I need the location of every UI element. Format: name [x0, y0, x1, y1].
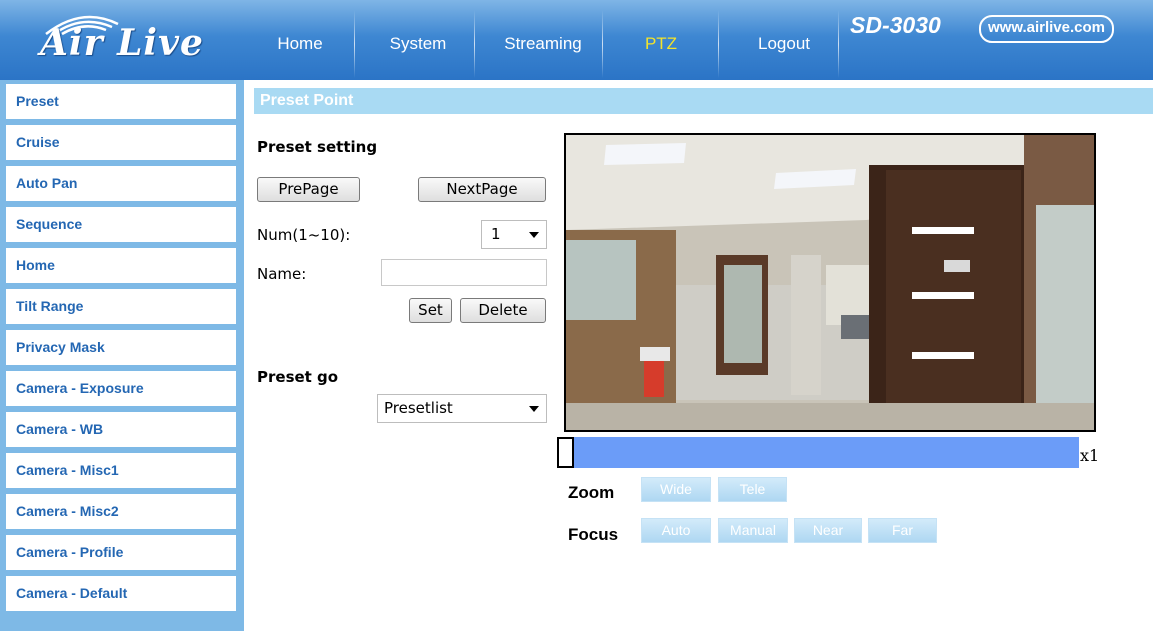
nav-divider — [474, 10, 475, 78]
model-name: SD-3030 — [850, 12, 941, 38]
sidebar-item-privacy-mask[interactable]: Privacy Mask — [6, 330, 236, 365]
zoom-tele-button[interactable]: Tele — [718, 477, 787, 502]
nav-divider — [602, 10, 603, 78]
sidebar-item-auto-pan[interactable]: Auto Pan — [6, 166, 236, 201]
sidebar-item-tilt-range[interactable]: Tilt Range — [6, 289, 236, 324]
sidebar-item-sequence[interactable]: Sequence — [6, 207, 236, 242]
nav-system[interactable]: System — [368, 26, 468, 62]
section-bar — [254, 88, 1153, 114]
zoom-wide-button[interactable]: Wide — [641, 477, 711, 502]
nav-streaming[interactable]: Streaming — [484, 26, 602, 62]
sidebar-item-camera-misc1[interactable]: Camera - Misc1 — [6, 453, 236, 488]
name-label: Name: — [257, 265, 307, 283]
nav-ptz[interactable]: PTZ — [616, 26, 706, 62]
focus-auto-button[interactable]: Auto — [641, 518, 711, 543]
zoom-slider-handle[interactable] — [557, 437, 574, 468]
camera-feed-image — [566, 135, 1094, 430]
name-input[interactable] — [381, 259, 547, 286]
nav-divider — [718, 10, 719, 78]
set-button[interactable]: Set — [409, 298, 452, 323]
focus-far-button[interactable]: Far — [868, 518, 937, 543]
sidebar-item-camera-profile[interactable]: Camera - Profile — [6, 535, 236, 570]
sidebar-item-camera-misc2[interactable]: Camera - Misc2 — [6, 494, 236, 529]
preset-list-select[interactable]: Presetlist — [377, 394, 547, 423]
sidebar-item-camera-default[interactable]: Camera - Default — [6, 576, 236, 611]
preset-list-value: Presetlist — [384, 399, 453, 417]
zoom-label: Zoom — [568, 483, 615, 502]
zoom-bar[interactable] — [557, 437, 1079, 468]
zoom-level-text: x1 — [1080, 446, 1100, 465]
live-video-view[interactable] — [564, 133, 1096, 432]
preset-go-heading: Preset go — [257, 368, 339, 386]
focus-manual-button[interactable]: Manual — [718, 518, 788, 543]
sidebar-item-camera-wb[interactable]: Camera - WB — [6, 412, 236, 447]
website-link[interactable]: www.airlive.com — [979, 15, 1114, 43]
nav-logout[interactable]: Logout — [734, 26, 834, 62]
caret-down-icon — [529, 406, 539, 412]
section-title: Preset Point — [260, 92, 354, 109]
delete-button[interactable]: Delete — [460, 298, 546, 323]
preset-setting-heading: Preset setting — [257, 138, 378, 156]
focus-label: Focus — [568, 525, 619, 544]
nextpage-button[interactable]: NextPage — [418, 177, 546, 202]
nav-divider — [838, 10, 839, 78]
nav-home[interactable]: Home — [258, 26, 342, 62]
sidebar-item-cruise[interactable]: Cruise — [6, 125, 236, 160]
airlive-logo: Air Live — [20, 4, 220, 76]
sidebar-item-camera-exposure[interactable]: Camera - Exposure — [6, 371, 236, 406]
num-label: Num(1~10): — [257, 226, 351, 244]
logo-text: Air Live — [40, 22, 204, 64]
nav-divider — [354, 10, 355, 78]
num-select-value: 1 — [491, 225, 501, 243]
focus-near-button[interactable]: Near — [794, 518, 862, 543]
sidebar-item-preset[interactable]: Preset — [6, 84, 236, 119]
caret-down-icon — [529, 232, 539, 238]
sidebar-item-home[interactable]: Home — [6, 248, 236, 283]
num-select[interactable]: 1 — [481, 220, 547, 249]
prepage-button[interactable]: PrePage — [257, 177, 360, 202]
